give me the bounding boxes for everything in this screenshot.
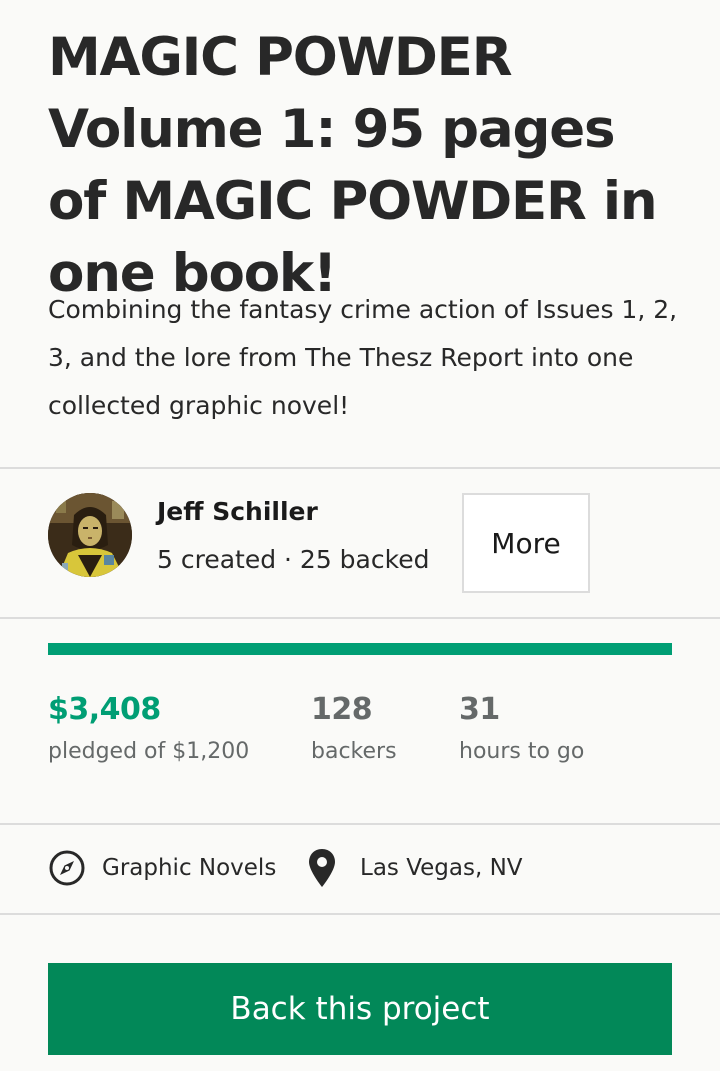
funding-progress-bar: [48, 643, 672, 655]
category-link[interactable]: Graphic Novels: [48, 846, 276, 890]
time-remaining-value: 31: [459, 692, 500, 727]
backers-stat: 128 backers: [311, 692, 397, 764]
creator-avatar[interactable]: [48, 493, 132, 577]
back-project-button[interactable]: Back this project: [48, 963, 672, 1055]
creator-stats: 5 created · 25 backed: [157, 545, 430, 574]
map-pin-icon: [306, 847, 338, 889]
project-title: MAGIC POWDER Volume 1: 95 pages of MAGIC…: [48, 27, 658, 304]
backers-label: backers: [311, 739, 397, 764]
pledged-label: pledged of $1,200: [48, 739, 250, 764]
creator-section: Jeff Schiller 5 created · 25 backed More: [0, 469, 720, 618]
divider: [0, 617, 720, 619]
creator-name[interactable]: Jeff Schiller: [157, 497, 318, 526]
more-button[interactable]: More: [462, 493, 590, 593]
time-remaining-stat: 31 hours to go: [459, 692, 584, 764]
project-blurb: Combining the fantasy crime action of Is…: [48, 295, 678, 420]
compass-icon: [48, 849, 86, 887]
pledged-amount: $3,408: [48, 692, 161, 727]
category-label: Graphic Novels: [102, 855, 277, 881]
funding-progress-fill: [48, 643, 672, 655]
divider: [0, 913, 720, 915]
pledged-stat: $3,408 pledged of $1,200: [48, 692, 249, 764]
avatar-portrait-icon: [48, 493, 132, 577]
location-link[interactable]: Las Vegas, NV: [306, 846, 523, 890]
location-label: Las Vegas, NV: [360, 855, 523, 881]
backers-count: 128: [311, 692, 373, 727]
time-remaining-label: hours to go: [459, 739, 585, 764]
project-header: MAGIC POWDER Volume 1: 95 pages of MAGIC…: [48, 22, 688, 310]
divider: [0, 823, 720, 825]
